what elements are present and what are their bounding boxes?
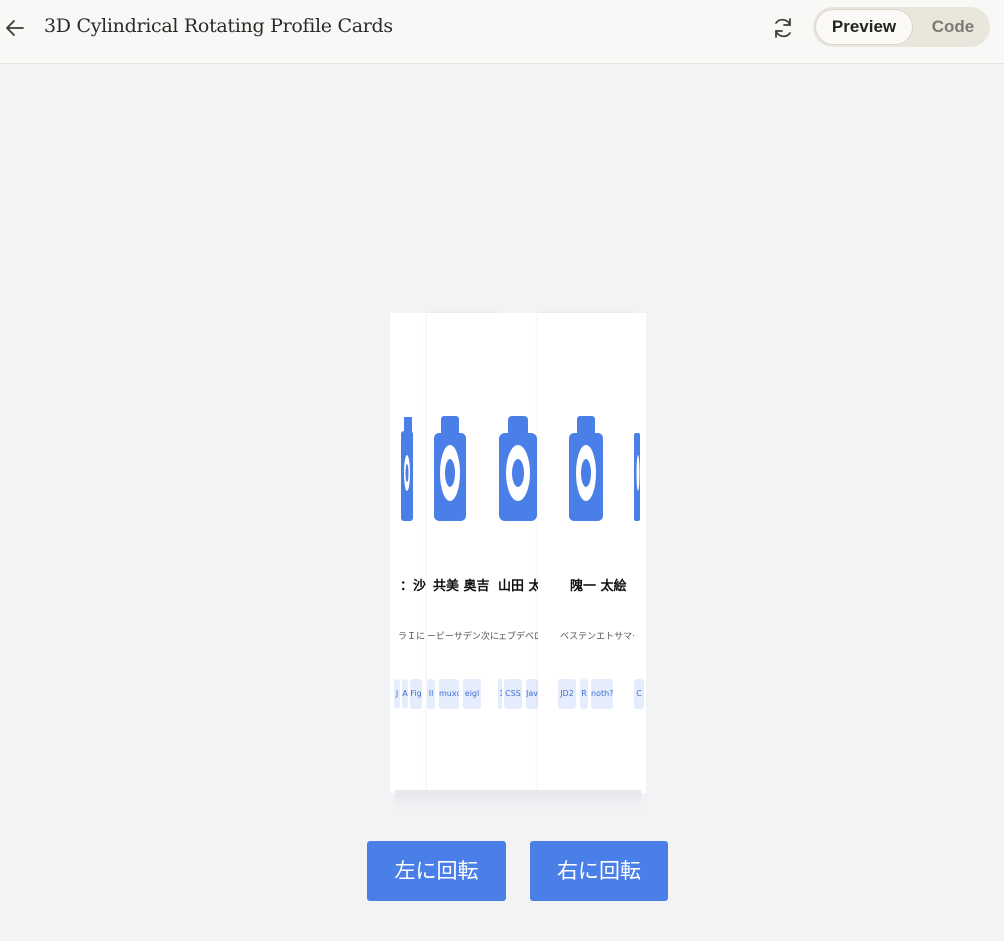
skill-tag: JD2: [558, 679, 576, 709]
rotate-right-button[interactable]: 右に回転: [530, 841, 668, 901]
skill-tag: A: [402, 679, 408, 709]
arrow-left-icon: [6, 20, 24, 36]
profile-card[interactable]: 隗一 太絵 ベステンエトサマーデ JD2 R noth?: [538, 313, 634, 793]
skill-tag: C: [634, 679, 644, 709]
profile-card[interactable]: 共美 奥吉 ービーサデン次にけて Il muxd eigl: [427, 313, 498, 793]
profile-card[interactable]: C: [634, 313, 646, 793]
preview-code-toggle: Preview Code: [813, 7, 990, 47]
skill-tag: eigl: [463, 679, 481, 709]
top-bar: 3D Cylindrical Rotating Profile Cards Pr…: [0, 0, 1004, 64]
profile-card[interactable]: ：沙 ラＩにＥ終 J A Fig: [390, 313, 427, 793]
profile-name: ：沙: [400, 579, 427, 594]
skill-tag: noth?: [591, 679, 613, 709]
profile-name: 隗一 太絵: [570, 579, 627, 594]
page-title: 3D Cylindrical Rotating Profile Cards: [44, 15, 393, 37]
profile-role: ェブデベロッパー: [498, 632, 538, 642]
camera-icon: [499, 416, 537, 521]
skill-tag: Fig: [410, 679, 422, 709]
profile-role: ラＩにＥ終: [398, 632, 427, 642]
skill-tag: Jav: [526, 679, 538, 709]
skill-tag: R: [580, 679, 588, 709]
rotate-left-button[interactable]: 左に回転: [367, 841, 506, 901]
cylinder-shadow: [395, 790, 641, 810]
skill-tag: muxd: [439, 679, 459, 709]
profile-card[interactable]: 山田 太郎 ェブデベロッパー Ｉ CSS Jav: [498, 313, 538, 793]
code-tab[interactable]: Code: [921, 10, 985, 44]
camera-icon: [401, 417, 413, 521]
profile-name: 共美 奥吉: [433, 579, 490, 594]
camera-icon: [569, 416, 603, 521]
skill-tag: Il: [427, 679, 435, 709]
refresh-button[interactable]: [770, 15, 796, 41]
profile-name: 山田 太郎: [498, 579, 538, 594]
profile-role: ベステンエトサマーデ: [560, 632, 634, 642]
preview-tab[interactable]: Preview: [816, 10, 912, 44]
skill-tag: J: [394, 679, 400, 709]
profile-role: ービーサデン次にけて: [427, 632, 498, 642]
back-button[interactable]: [3, 16, 27, 40]
skill-tag: CSS: [504, 679, 522, 709]
skill-tag: Ｉ: [498, 679, 502, 709]
camera-icon: [634, 433, 640, 521]
card-cylinder: ：沙 ラＩにＥ終 J A Fig 共美 奥吉 ービーサデン次にけて Il mux…: [390, 313, 646, 793]
camera-icon: [434, 416, 466, 521]
refresh-icon: [775, 18, 791, 38]
